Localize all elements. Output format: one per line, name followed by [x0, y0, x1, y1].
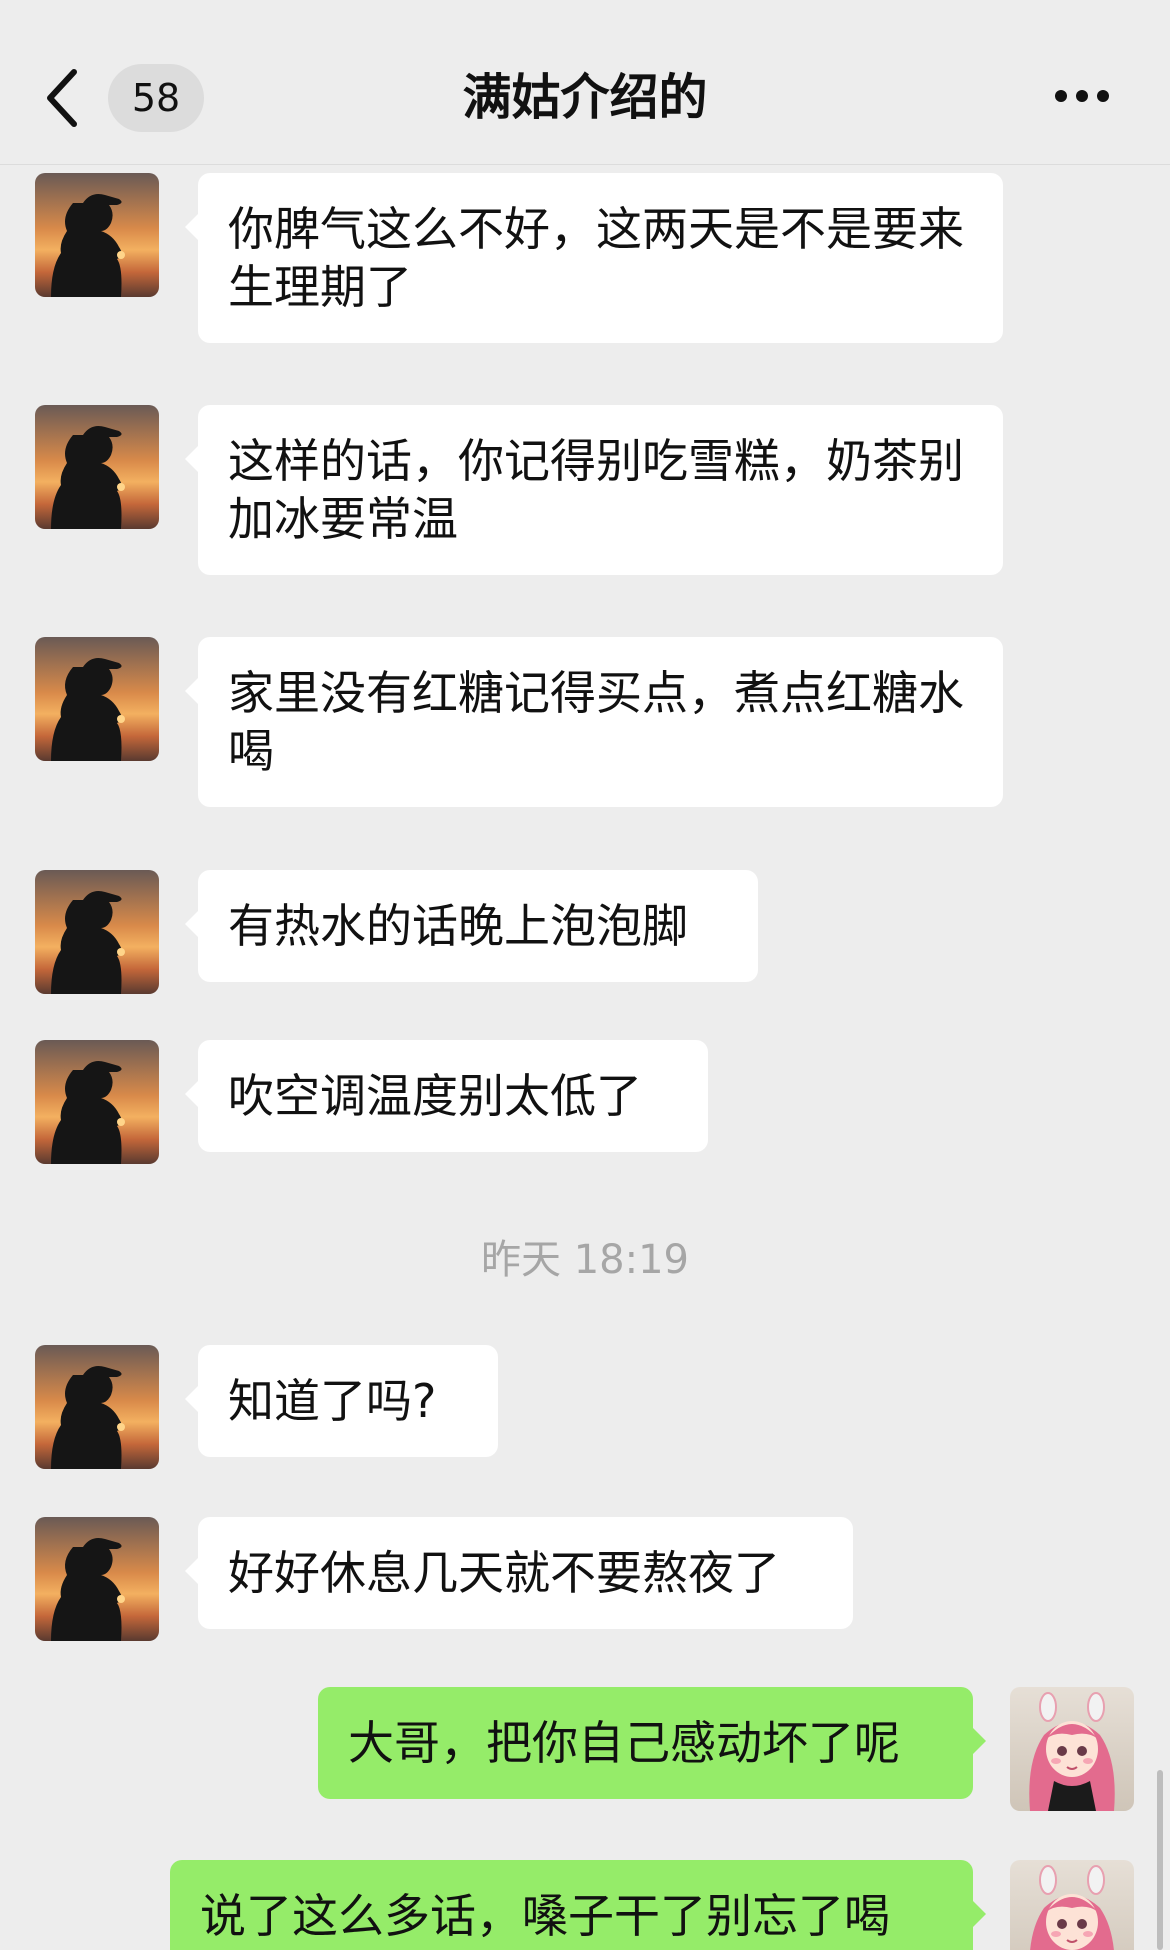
message-text: 知道了吗? [228, 1374, 437, 1428]
message-text: 家里没有红糖记得买点，煮点红糖水喝 [228, 666, 964, 778]
back-button[interactable] [38, 58, 88, 138]
bubble-tail [185, 1557, 199, 1585]
more-button[interactable] [1055, 82, 1115, 112]
contact-avatar[interactable] [35, 1517, 159, 1641]
message-text: 吹空调温度别太低了 [228, 1069, 642, 1123]
contact-avatar[interactable] [35, 173, 159, 297]
message-text: 有热水的话晚上泡泡脚 [228, 899, 688, 953]
contact-avatar[interactable] [35, 1345, 159, 1469]
message-text: 你脾气这么不好，这两天是不是要来生理期了 [228, 202, 964, 314]
more-dot [1097, 90, 1109, 102]
my-avatar[interactable] [1010, 1860, 1134, 1950]
message-text: 这样的话，你记得别吃雪糕，奶茶别加冰要常温 [228, 434, 964, 546]
bubble-tail [185, 910, 199, 938]
bubble-tail [185, 445, 199, 473]
message-bubble[interactable]: 你脾气这么不好，这两天是不是要来生理期了 [185, 173, 1003, 343]
message-bubble[interactable]: 家里没有红糖记得买点，煮点红糖水喝 [185, 637, 1003, 807]
contact-avatar[interactable] [35, 637, 159, 761]
message-bubble[interactable]: 这样的话，你记得别吃雪糕，奶茶别加冰要常温 [185, 405, 1003, 575]
chat-title: 满姑介绍的 [462, 69, 708, 126]
my-avatar[interactable] [1010, 1687, 1134, 1811]
bubble-tail [185, 1385, 199, 1413]
more-dot [1076, 90, 1088, 102]
message-bubble[interactable]: 吹空调温度别太低了 [185, 1040, 708, 1152]
message-bubble[interactable]: 知道了吗? [185, 1345, 498, 1457]
contact-avatar[interactable] [35, 405, 159, 529]
bubble-tail [185, 677, 199, 705]
bubble-tail [972, 1727, 986, 1755]
unread-count-badge[interactable]: 58 [108, 64, 204, 132]
top-nav-bar: 58 满姑介绍的 [0, 0, 1170, 165]
contact-avatar[interactable] [35, 870, 159, 994]
timestamp: 昨天 18:19 [481, 1237, 689, 1283]
message-bubble[interactable]: 说了这么多话，嗓子干了别忘了喝 [170, 1860, 986, 1950]
message-text: 说了这么多话，嗓子干了别忘了喝 [200, 1889, 890, 1943]
message-bubble[interactable]: 大哥，把你自己感动坏了呢 [318, 1687, 986, 1799]
message-text: 好好休息几天就不要熬夜了 [228, 1546, 780, 1600]
chat-message-list[interactable]: 你脾气这么不好，这两天是不是要来生理期了 这样的话，你记得别吃雪糕，奶茶别加冰要… [0, 165, 1170, 1950]
chevron-left-icon [47, 69, 77, 127]
scrollbar[interactable] [1157, 1770, 1163, 1950]
chat-screen: 58 满姑介绍的 你脾气这么不好，这两天是不是要来生理期了 这样的话，你记得别吃… [0, 0, 1170, 1950]
message-text: 大哥，把你自己感动坏了呢 [348, 1716, 900, 1770]
more-dots-icon [1055, 90, 1067, 102]
bubble-tail [972, 1900, 986, 1928]
message-bubble[interactable]: 有热水的话晚上泡泡脚 [185, 870, 758, 982]
bubble-tail [185, 1080, 199, 1108]
message-bubble[interactable]: 好好休息几天就不要熬夜了 [185, 1517, 853, 1629]
contact-avatar[interactable] [35, 1040, 159, 1164]
bubble-tail [185, 213, 199, 241]
